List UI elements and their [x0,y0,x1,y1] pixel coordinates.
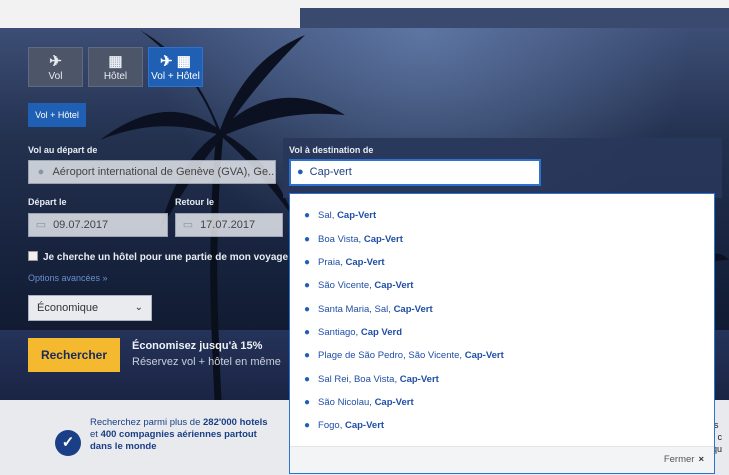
hotel-part-checkbox-label: Je cherche un hôtel pour une partie de m… [43,252,306,263]
tab-flight[interactable]: ✈ Vol [28,47,83,87]
suggestion-place: Sal Rei, Boa Vista, [318,374,400,385]
suggestion-place: Plage de São Pedro, São Vicente, [318,350,465,361]
hotel-icon: ▦ [108,53,123,70]
suggestion-item[interactable]: ● São Vicente, Cap-Vert [304,280,413,291]
depart-date-value: 09.07.2017 [53,219,109,231]
bottom-hotels-count: 282'000 hotels [203,417,268,428]
tab-hotel-label: Hôtel [103,71,128,82]
cabin-class-value: Économique [37,302,99,314]
suggestion-item[interactable]: ● Sal, Cap-Vert [304,210,376,221]
suggestion-place: São Vicente, [318,280,375,291]
location-pin-icon: ● [304,280,311,291]
return-date-input[interactable]: ▭ 17.07.2017 [175,213,283,237]
location-pin-icon: ● [304,420,311,431]
suggestion-country: Cap-Vert [345,257,385,268]
bottom-text-and: et [90,429,101,440]
plane-icon: ✈ [49,53,62,70]
suggestion-country: Cap-Vert [337,210,377,221]
plane-hotel-icon: ✈ ▦ [160,53,191,70]
location-pin-icon: ● [304,397,311,408]
location-pin-icon: ● [304,327,311,338]
suggestion-country: Cap Verd [360,327,403,338]
hotel-part-checkbox-row[interactable]: Je cherche un hôtel pour une partie de m… [28,251,306,263]
checkmark-icon: ✓ [55,430,81,456]
page: ✈ Vol ▦ Hôtel ✈ ▦ Vol + Hôtel Vol + Hôte… [0,0,729,475]
active-mode-pill[interactable]: Vol + Hôtel [28,103,86,127]
destination-value: Cap-vert [309,166,352,178]
suggestion-place: Praia, [318,257,346,268]
suggestion-country: Cap-Vert [344,420,385,431]
return-date-label: Retour le [175,197,215,207]
suggestion-country: Cap-Vert [363,234,403,245]
departure-value: Aéroport international de Genève (GVA), … [52,166,276,178]
search-button[interactable]: Rechercher [28,338,120,372]
suggestion-item[interactable]: ● Praia, Cap-Vert [304,257,385,268]
suggestion-item[interactable]: ● Santiago, Cap Verd [304,327,402,338]
suggestion-place: São Nicolau, [318,397,375,408]
destination-suggestions-dropdown: ● Sal, Cap-Vert ● Boa Vista, Cap-Vert ● Pra… [289,193,715,474]
bottom-info-text: Recherchez parmi plus de 282'000 hotels … [90,417,300,453]
suggestion-country: Cap-Vert [374,280,414,291]
suggestion-place: Fogo, [318,420,345,431]
suggestion-item[interactable]: ● Santa Maria, Sal, Cap-Vert [304,304,433,315]
destination-label: Vol à destination de [289,145,374,155]
location-pin-icon: ● [304,304,311,315]
advanced-options-link[interactable]: Options avancées » [28,273,108,283]
bottom-world-text: dans le monde [90,441,157,452]
cabin-class-select[interactable]: Économique ⌄ [28,295,152,321]
suggestion-item[interactable]: ● São Nicolau, Cap-Vert [304,397,414,408]
location-pin-icon: ● [304,350,311,361]
depart-date-label: Départ le [28,197,67,207]
suggestion-item[interactable]: ● Boa Vista, Cap-Vert [304,234,403,245]
location-pin-icon: ● [304,210,311,221]
depart-date-input[interactable]: ▭ 09.07.2017 [28,213,168,237]
close-icon: × [698,454,704,465]
suggestion-place: Boa Vista, [318,234,364,245]
suggestion-country: Cap-Vert [464,350,504,361]
dropdown-footer: Fermer × [290,446,714,473]
suggestion-place: Santa Maria, Sal, [318,304,394,315]
suggestion-item[interactable]: ● Plage de São Pedro, São Vicente, Cap-Ve… [304,350,504,361]
location-pin-icon: ● [37,166,45,178]
location-pin-icon: ● [304,374,311,385]
return-date-value: 17.07.2017 [200,219,256,231]
suggestion-item[interactable]: ● Fogo, Cap-Vert [304,420,384,431]
destination-input[interactable]: ● Cap-vert [289,159,541,186]
suggestion-country: Cap-Vert [399,374,439,385]
departure-input[interactable]: ● Aéroport international de Genève (GVA)… [28,160,276,184]
tab-flight-label: Vol [48,71,63,82]
hotel-part-checkbox[interactable] [28,251,38,261]
top-strip-shade [300,8,729,28]
calendar-icon: ▭ [35,219,47,231]
close-label: Fermer [663,454,695,465]
close-dropdown-button[interactable]: Fermer × [664,454,704,465]
promo-title: Économisez jusqu'à 15% [132,340,263,352]
departure-label: Vol au départ de [28,145,98,155]
suggestion-country: Cap-Vert [393,304,433,315]
calendar-icon: ▭ [182,219,194,231]
suggestion-country: Cap-Vert [374,397,414,408]
chevron-down-icon: ⌄ [134,302,143,313]
tab-hotel[interactable]: ▦ Hôtel [88,47,143,87]
suggestion-place: Sal, [318,210,338,221]
bottom-text-pre: Recherchez parmi plus de [90,417,203,428]
tab-flight-hotel-label: Vol + Hôtel [151,71,200,82]
location-pin-icon: ● [297,166,304,178]
location-pin-icon: ● [304,257,311,268]
bottom-airlines-count: 400 compagnies aériennes partout [100,429,257,440]
suggestion-place: Santiago, [318,327,361,338]
suggestion-item[interactable]: ● Sal Rei, Boa Vista, Cap-Vert [304,374,439,385]
location-pin-icon: ● [304,234,311,245]
tab-flight-hotel[interactable]: ✈ ▦ Vol + Hôtel [148,47,203,87]
promo-subtitle: Réservez vol + hôtel en même [132,356,281,368]
